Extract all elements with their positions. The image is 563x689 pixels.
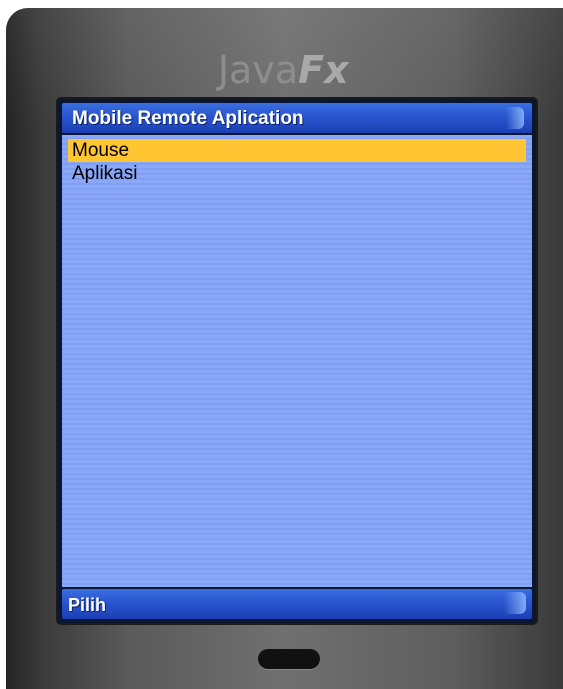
screen-title: Mobile Remote Aplication — [72, 108, 304, 129]
title-bar-gloss — [506, 107, 524, 129]
list-item-label: Mouse — [72, 140, 130, 161]
logo-fx-text: Fx — [298, 48, 349, 92]
softkey-pilih[interactable]: Pilih — [68, 595, 106, 616]
list-item-aplikasi[interactable]: Aplikasi — [68, 162, 526, 185]
phone-screen: Mobile Remote Aplication Mouse Aplikasi … — [58, 99, 536, 623]
logo-java-text: Java — [217, 48, 299, 92]
javafx-logo: JavaFx· — [6, 48, 563, 92]
softkey-bar-gloss — [504, 592, 526, 614]
menu-list: Mouse Aplikasi — [62, 135, 532, 587]
softkey-bar: Pilih — [62, 589, 532, 619]
list-item-label: Aplikasi — [72, 163, 138, 184]
home-key-button[interactable] — [258, 649, 320, 669]
logo-tm-mark: · — [348, 62, 352, 72]
screen-title-bar: Mobile Remote Aplication — [62, 103, 532, 133]
list-item-mouse[interactable]: Mouse — [68, 139, 526, 162]
